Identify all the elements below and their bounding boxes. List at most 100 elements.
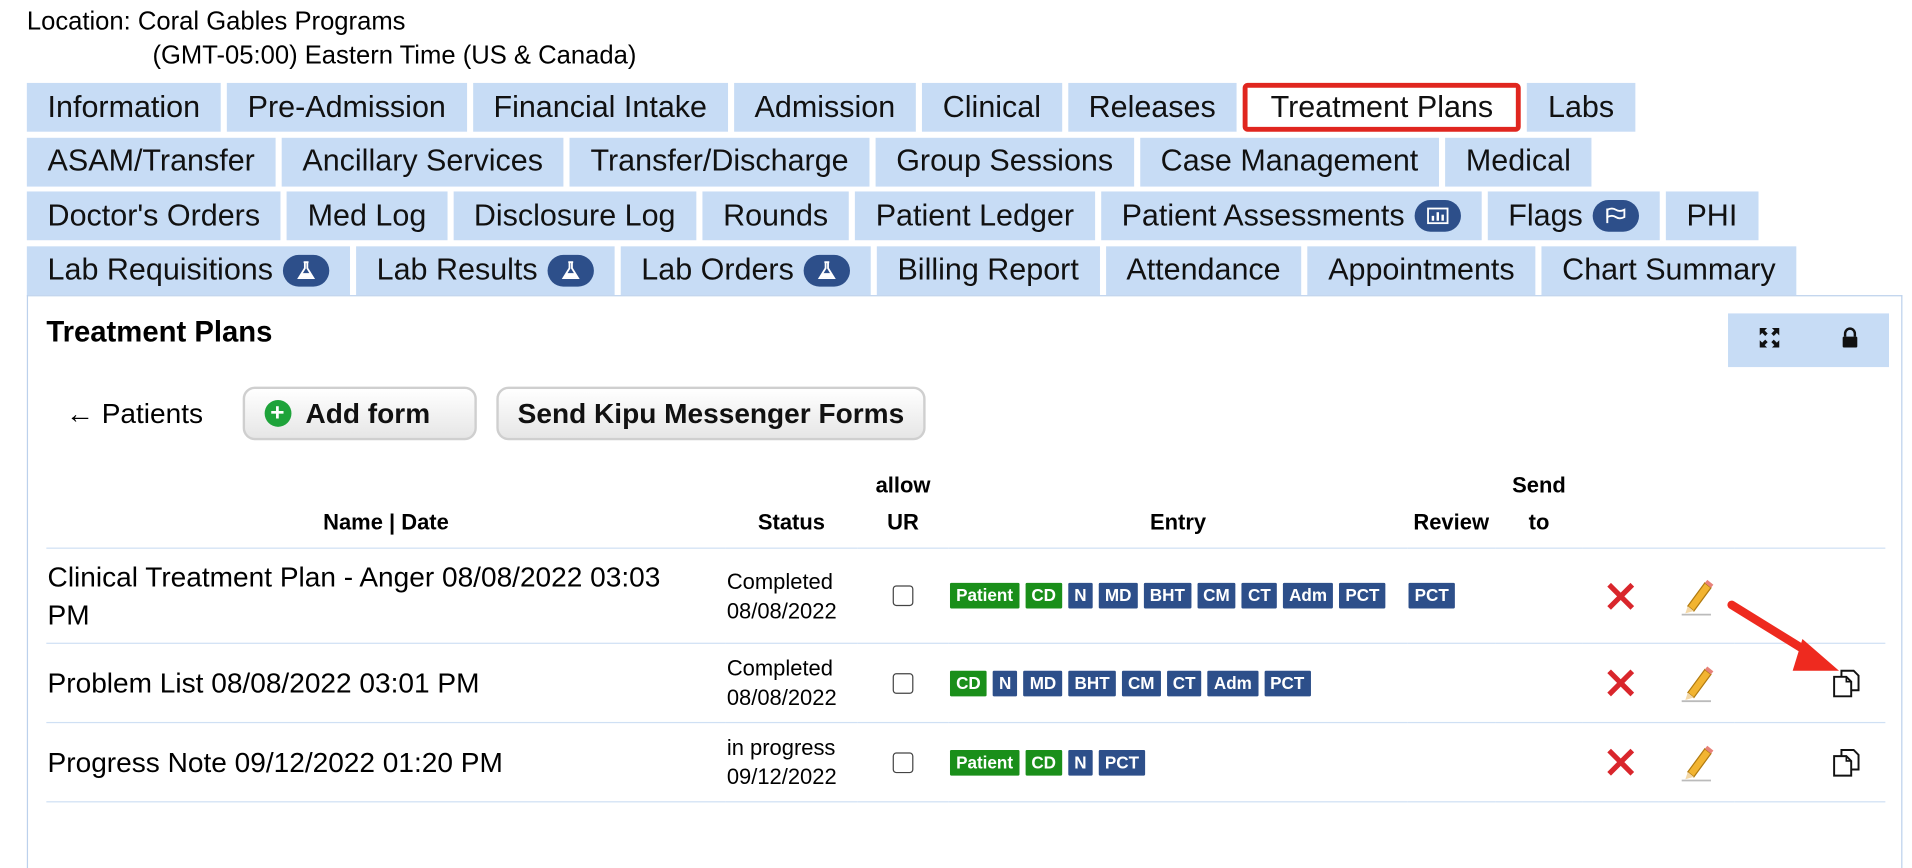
tab-case-management[interactable]: Case Management [1139,137,1440,186]
tab-lab-results[interactable]: Lab Results [355,245,615,295]
tab-label: Rounds [723,198,829,233]
tab-financial-intake[interactable]: Financial Intake [472,82,728,132]
tab-lab-requisitions[interactable]: Lab Requisitions [26,245,350,295]
send-messenger-forms-button[interactable]: Send Kipu Messenger Forms [495,386,927,441]
badge-ct[interactable]: CT [1166,670,1202,696]
badge-cd[interactable]: CD [1025,582,1063,609]
allow-ur-checkbox[interactable] [892,751,914,773]
tab-billing-report[interactable]: Billing Report [876,245,1100,295]
delete-icon[interactable] [1602,744,1639,781]
expand-icon[interactable] [1757,325,1781,355]
tab-label: Patient Assessments [1121,198,1405,233]
badge-cm[interactable]: CM [1121,670,1161,696]
tab-patient-assessments[interactable]: Patient Assessments [1100,191,1482,241]
badge-n[interactable]: N [992,670,1018,696]
flask-icon [282,254,330,286]
flag-icon [1592,199,1639,232]
tab-doctor-s-orders[interactable]: Doctor's Orders [26,191,281,241]
tab-ancillary-services[interactable]: Ancillary Services [281,137,564,186]
tab-pre-admission[interactable]: Pre-Admission [226,82,467,132]
badge-pct[interactable]: PCT [1098,749,1146,775]
tab-label: Appointments [1328,252,1515,287]
location-info: Location: Coral Gables Programs (GMT-05:… [27,5,637,73]
lock-icon[interactable] [1840,326,1860,354]
table-row[interactable]: Progress Note 09/12/2022 01:20 PM in pro… [46,721,1886,803]
tab-releases[interactable]: Releases [1067,82,1237,132]
badge-md[interactable]: MD [1098,582,1138,609]
tab-lab-orders[interactable]: Lab Orders [620,245,871,295]
allow-ur-checkbox[interactable] [892,585,914,607]
add-form-button[interactable]: + Add form [242,386,477,441]
tab-label: Flags [1508,198,1583,233]
delete-icon[interactable] [1602,665,1639,702]
table-row[interactable]: Problem List 08/08/2022 03:01 PM Complet… [46,642,1886,723]
badge-ct[interactable]: CT [1241,582,1277,609]
tab-medical[interactable]: Medical [1445,137,1592,186]
tab-disclosure-log[interactable]: Disclosure Log [453,191,697,241]
tab-phi[interactable]: PHI [1665,191,1759,241]
form-name[interactable]: Clinical Treatment Plan - Anger 08/08/20… [46,547,726,644]
header-send-to: Send to [1512,473,1566,535]
edit-pencil-icon[interactable] [1678,743,1715,782]
tab-treatment-plans[interactable]: Treatment Plans [1242,82,1522,132]
edit-cell [1658,721,1735,803]
tab-clinical[interactable]: Clinical [922,82,1062,132]
badge-pct[interactable]: PCT [1339,582,1386,609]
tab-label: Lab Orders [641,252,794,287]
tab-chart-summary[interactable]: Chart Summary [1541,245,1797,295]
delete-icon[interactable] [1602,577,1639,614]
badge-cm[interactable]: CM [1197,582,1236,609]
form-name[interactable]: Progress Note 09/12/2022 01:20 PM [46,721,726,803]
badge-patient[interactable]: Patient [949,582,1020,609]
allow-ur-checkbox[interactable] [892,672,914,694]
bar-chart-icon [1414,199,1461,232]
tab-flags[interactable]: Flags [1487,191,1660,241]
plus-circle-icon: + [264,399,291,427]
edit-pencil-icon[interactable] [1678,576,1715,615]
badge-bht[interactable]: BHT [1068,670,1116,696]
tab-appointments[interactable]: Appointments [1307,245,1536,295]
badge-cd[interactable]: CD [949,670,987,696]
tab-label: Doctor's Orders [47,198,261,233]
tab-admission[interactable]: Admission [733,82,916,132]
tab-row: ASAM/Transfer Ancillary Services Transfer/… [26,137,1905,191]
review-badges: PCT [1407,547,1496,644]
tab-label: Releases [1088,89,1216,124]
table-row[interactable]: Clinical Treatment Plan - Anger 08/08/20… [46,547,1886,644]
badge-n[interactable]: N [1068,582,1093,609]
badge-md[interactable]: MD [1023,670,1063,696]
tab-patient-ledger[interactable]: Patient Ledger [854,191,1095,241]
back-to-patients-link[interactable]: ← Patients [66,397,203,430]
badge-cd[interactable]: CD [1025,749,1063,775]
badge-patient[interactable]: Patient [949,749,1020,775]
tab-labs[interactable]: Labs [1527,82,1635,132]
edit-pencil-icon[interactable] [1678,663,1715,703]
badge-adm[interactable]: Adm [1207,670,1258,696]
tab-label: Pre-Admission [247,89,446,124]
form-name[interactable]: Problem List 08/08/2022 03:01 PM [46,642,726,723]
annotation-arrow [1727,600,1840,671]
tab-med-log[interactable]: Med Log [286,191,448,241]
header-name-date[interactable]: Name | Date [46,467,725,548]
flask-icon [547,254,594,286]
badge-bht[interactable]: BHT [1143,582,1191,609]
badge-adm[interactable]: Adm [1282,582,1334,609]
send-to-cell [1495,547,1583,644]
header-status: Status [757,509,825,535]
tab-information[interactable]: Information [26,82,221,132]
tab-group-sessions[interactable]: Group Sessions [875,137,1134,186]
header-review: Review [1413,509,1490,535]
panel-title: Treatment Plans [46,315,273,349]
tab-rounds[interactable]: Rounds [702,191,849,241]
copy-icon[interactable] [1830,746,1862,778]
tab-label: Admission [754,89,896,124]
badge-pct[interactable]: PCT [1264,670,1311,696]
allow-ur-cell [857,547,949,644]
send-to-cell [1495,642,1583,723]
header-entry: Entry [1149,509,1207,535]
tab-transfer-discharge[interactable]: Transfer/Discharge [569,137,870,186]
badge-n[interactable]: N [1068,749,1093,775]
tab-asam-transfer[interactable]: ASAM/Transfer [26,137,276,186]
tab-attendance[interactable]: Attendance [1105,245,1302,295]
badge-pct[interactable]: PCT [1408,582,1455,609]
